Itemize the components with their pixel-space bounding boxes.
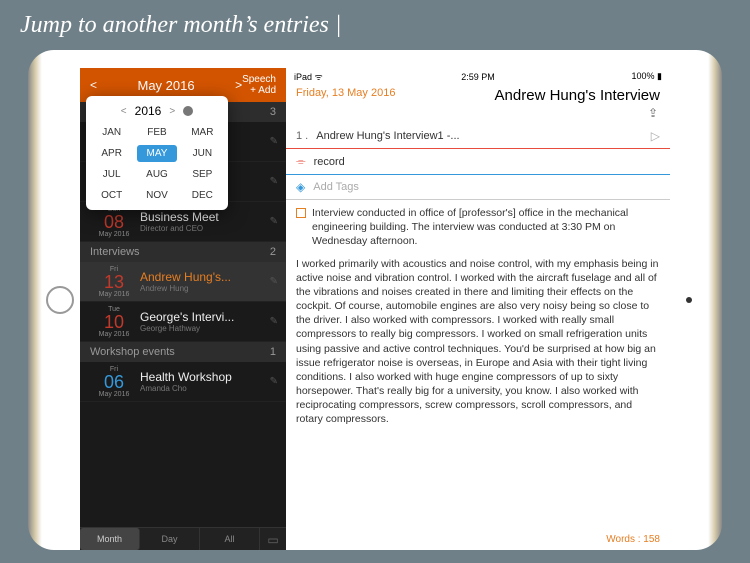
image-view-icon[interactable]: ▭	[260, 528, 286, 550]
prev-month-icon[interactable]: <	[90, 78, 97, 92]
tab-all[interactable]: All	[200, 528, 260, 550]
record-row[interactable]: ⌯ record	[286, 149, 670, 174]
month-cell-apr[interactable]: APR	[92, 145, 131, 162]
edit-icon[interactable]: ✎	[270, 376, 278, 387]
edit-icon[interactable]: ✎	[270, 216, 278, 227]
month-cell-mar[interactable]: MAR	[183, 124, 222, 141]
intro-text: Interview conducted in office of [profes…	[312, 206, 660, 249]
month-cell-dec[interactable]: DEC	[183, 187, 222, 204]
home-button[interactable]	[46, 286, 74, 314]
note-body[interactable]: Interview conducted in office of [profes…	[286, 200, 670, 531]
clock: 2:59 PM	[461, 72, 495, 82]
month-cell-oct[interactable]: OCT	[92, 187, 131, 204]
entry-title: George's Intervi...	[140, 310, 270, 324]
month-grid: JAN FEB MAR APR MAY JUN JUL AUG SEP OCT NOV DEC	[92, 124, 222, 204]
mic-icon: ⌯	[296, 154, 306, 169]
section-header[interactable]: Workshop events 1	[80, 342, 286, 362]
entry-date: Fri06May 2016	[88, 366, 140, 398]
current-month[interactable]: May 2016	[97, 78, 235, 93]
speech-add[interactable]: Speech + Add	[242, 74, 276, 96]
edit-icon[interactable]: ✎	[270, 176, 278, 187]
prev-year-icon[interactable]: <	[121, 106, 127, 117]
month-cell-jul[interactable]: JUL	[92, 166, 131, 183]
entry-title: Health Workshop	[140, 370, 270, 384]
month-picker: < 2016 > JAN FEB MAR APR MAY JUN JUL AUG SEP OCT N…	[86, 96, 228, 210]
carrier: iPad ᯤ	[294, 70, 354, 83]
view-tabs: MonthDayAll ▭	[80, 527, 286, 550]
section-count: 1	[270, 346, 276, 358]
entry-info: Andrew Hung's...Andrew Hung	[140, 270, 270, 293]
track-number: 1 .	[296, 130, 308, 142]
detail-header: Friday, 13 May 2016 Andrew Hung's Interv…	[286, 85, 670, 106]
today-dot-icon[interactable]	[183, 106, 193, 116]
detail-title: Andrew Hung's Interview	[495, 87, 660, 104]
note-icon	[296, 208, 306, 218]
year-value: 2016	[135, 104, 162, 118]
banner-text: Jump to another month’s entries |	[20, 12, 341, 39]
next-month-icon[interactable]: >	[235, 78, 242, 92]
tags-row[interactable]: ◈ Add Tags	[286, 175, 670, 199]
next-year-icon[interactable]: >	[169, 106, 175, 117]
camera-dot	[686, 297, 692, 303]
sidebar: < May 2016 > Speech + Add Group Meetings…	[80, 68, 286, 550]
section-count: 3	[270, 106, 276, 118]
detail-date: Friday, 13 May 2016	[296, 87, 395, 99]
wifi-icon: ᯤ	[315, 72, 323, 82]
year-row: < 2016 >	[92, 102, 222, 124]
track-title: Andrew Hung's Interview1 -...	[316, 130, 459, 142]
entry-row[interactable]: Tue10May 2016George's Intervi...George H…	[80, 302, 286, 342]
entry-info: George's Intervi...George Hathway	[140, 310, 270, 333]
entry-subtitle: Andrew Hung	[140, 284, 270, 293]
entry-subtitle: George Hathway	[140, 324, 270, 333]
entry-date: Sun08May 2016	[88, 206, 140, 238]
tags-placeholder: Add Tags	[313, 181, 359, 193]
entry-date: Tue10May 2016	[88, 306, 140, 338]
record-label: record	[314, 156, 345, 168]
battery: 100% ▮	[602, 71, 662, 82]
word-count: Words : 158	[286, 531, 670, 550]
section-title: Workshop events	[90, 346, 175, 358]
play-icon[interactable]: ▷	[651, 129, 660, 143]
entry-info: Health WorkshopAmanda Cho	[140, 370, 270, 393]
month-cell-may[interactable]: MAY	[137, 145, 176, 162]
edit-icon[interactable]: ✎	[270, 136, 278, 147]
entry-date: Fri13May 2016	[88, 266, 140, 298]
section-title: Interviews	[90, 246, 140, 258]
entry-subtitle: Director and CEO	[140, 224, 270, 233]
month-cell-jan[interactable]: JAN	[92, 124, 131, 141]
status-bar: iPad ᯤ 2:59 PM 100% ▮	[286, 68, 670, 85]
speech-label: Speech	[242, 74, 276, 85]
section-count: 2	[270, 246, 276, 258]
detail-pane: iPad ᯤ 2:59 PM 100% ▮ Friday, 13 May 201…	[286, 68, 670, 550]
body-text: I worked primarily with acoustics and no…	[296, 257, 660, 427]
month-cell-aug[interactable]: AUG	[137, 166, 176, 183]
edit-icon[interactable]: ✎	[270, 276, 278, 287]
entry-title: Business Meet	[140, 210, 270, 224]
entry-subtitle: Amanda Cho	[140, 384, 270, 393]
screen: < May 2016 > Speech + Add Group Meetings…	[80, 68, 670, 550]
entry-row[interactable]: Fri13May 2016Andrew Hung's...Andrew Hung…	[80, 262, 286, 302]
month-cell-jun[interactable]: JUN	[183, 145, 222, 162]
edit-icon[interactable]: ✎	[270, 316, 278, 327]
entry-info: Business MeetDirector and CEO	[140, 210, 270, 233]
share-icon[interactable]: ⇪	[286, 106, 670, 124]
tab-day[interactable]: Day	[140, 528, 200, 550]
entry-row[interactable]: Fri06May 2016Health WorkshopAmanda Cho✎	[80, 362, 286, 402]
audio-track-row[interactable]: 1 . Andrew Hung's Interview1 -... ▷	[286, 124, 670, 148]
month-cell-sep[interactable]: SEP	[183, 166, 222, 183]
ipad-frame: < May 2016 > Speech + Add Group Meetings…	[28, 50, 722, 550]
month-cell-feb[interactable]: FEB	[137, 124, 176, 141]
section-header[interactable]: Interviews 2	[80, 242, 286, 262]
entry-title: Andrew Hung's...	[140, 270, 270, 284]
month-cell-nov[interactable]: NOV	[137, 187, 176, 204]
add-label: + Add	[242, 85, 276, 96]
tab-month[interactable]: Month	[80, 528, 140, 550]
tag-icon: ◈	[296, 180, 305, 194]
